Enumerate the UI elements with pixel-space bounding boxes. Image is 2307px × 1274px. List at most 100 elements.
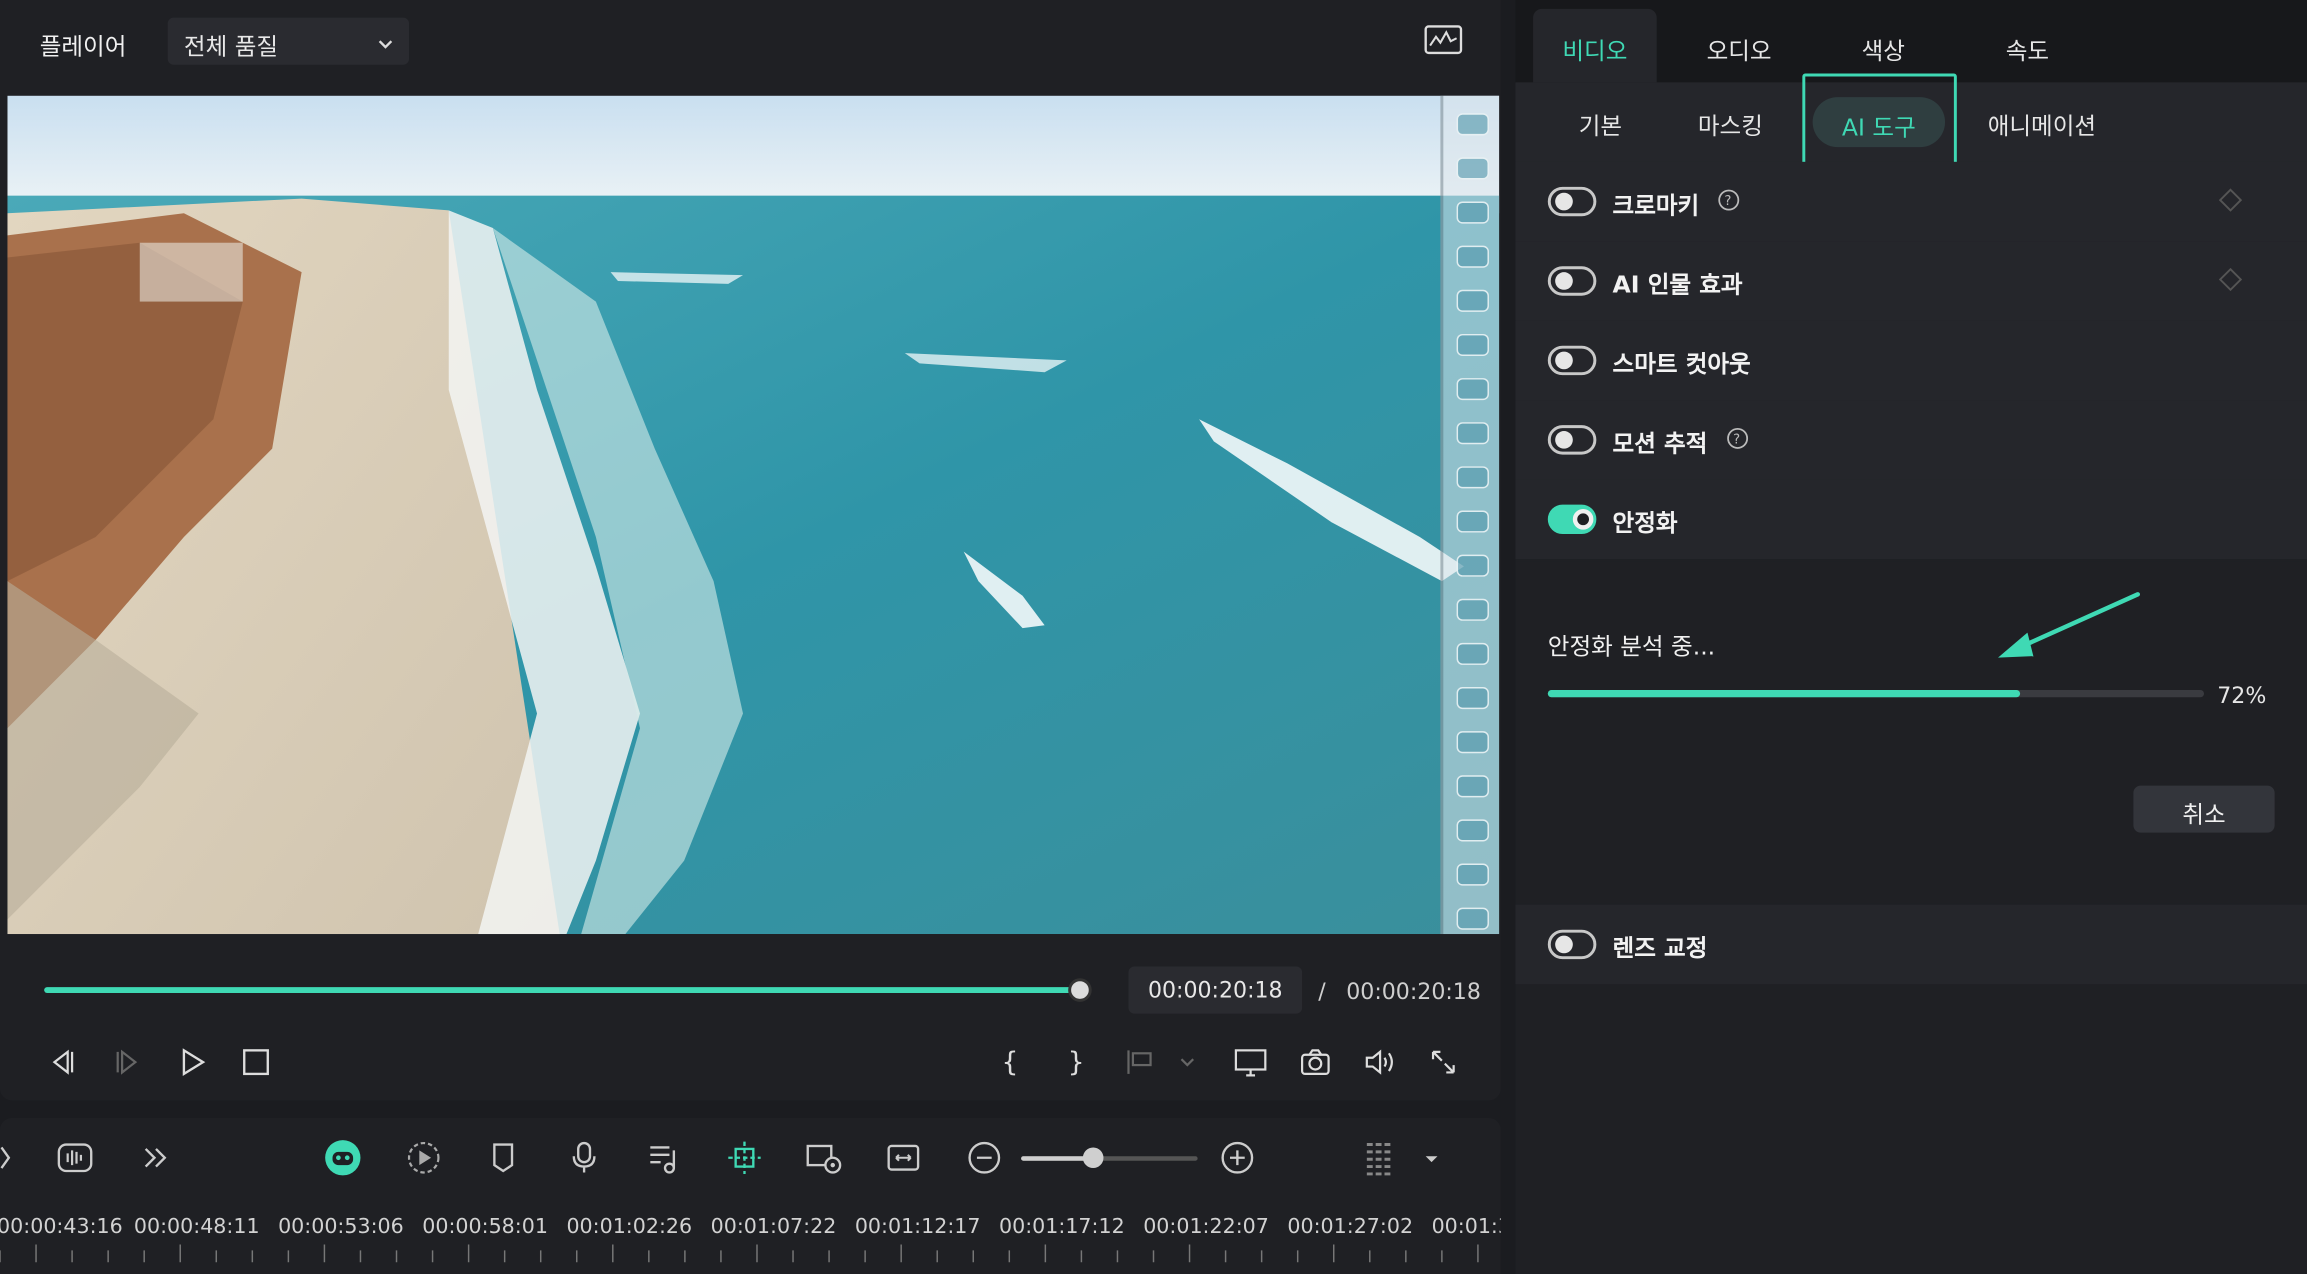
- ai-copilot-icon[interactable]: [324, 1139, 362, 1177]
- ai-portrait-toggle[interactable]: [1547, 266, 1597, 296]
- ruler-time-label: 00:01:3: [1431, 1215, 1501, 1239]
- mark-in-icon[interactable]: {: [993, 1044, 1028, 1079]
- ruler-time-label: 00:01:17:12: [999, 1215, 1125, 1239]
- waveform-monitor-icon[interactable]: [1424, 25, 1463, 63]
- cancel-button[interactable]: 취소: [2133, 785, 2275, 833]
- ruler-time-label: 00:00:58:01: [422, 1215, 548, 1239]
- zoom-in-icon[interactable]: [1218, 1139, 1256, 1177]
- stop-icon[interactable]: [238, 1044, 273, 1079]
- feature-row-ai-portrait: AI 인물 효과: [1515, 241, 2307, 321]
- more-tools-icon[interactable]: [137, 1139, 175, 1177]
- playback-scrubber-handle[interactable]: [1068, 978, 1092, 1002]
- help-icon[interactable]: ?: [1726, 427, 1750, 451]
- film-hole: [1456, 333, 1489, 357]
- preview-quality-icon[interactable]: [805, 1139, 843, 1177]
- chevron-down-icon: [377, 31, 395, 59]
- stabilization-toggle[interactable]: [1547, 504, 1597, 535]
- player-header: 플레이어 전체 품질: [0, 0, 1501, 85]
- stabilization-analysis-section: 안정화 분석 중... 72% 취소: [1515, 561, 2307, 904]
- svg-text:?: ?: [1724, 194, 1731, 209]
- timecode-separator: /: [1318, 978, 1326, 1005]
- ruler-time-label: 00:00:43:16: [0, 1215, 123, 1239]
- timeline-ruler[interactable]: [0, 1244, 1501, 1274]
- analysis-percent: 72%: [2217, 682, 2267, 710]
- volume-icon[interactable]: [1362, 1044, 1397, 1079]
- film-hole: [1456, 201, 1489, 224]
- film-hole: [1456, 422, 1489, 445]
- snapshot-camera-icon[interactable]: [1298, 1044, 1333, 1079]
- track-layout-icon[interactable]: [1361, 1139, 1399, 1177]
- feature-label: 스마트 컷아웃: [1612, 350, 1751, 379]
- keyframe-diamond-icon[interactable]: [2218, 188, 2243, 212]
- subtab-animation[interactable]: 애니메이션: [1988, 106, 2096, 141]
- ruler-time-label: 00:00:48:11: [133, 1215, 260, 1239]
- player-panel: 플레이어 전체 품질 00:00:20:18 / 00:00:20:18 {}: [0, 0, 1501, 1101]
- play-icon[interactable]: [175, 1044, 210, 1079]
- analysis-status-text: 안정화 분석 중...: [1547, 632, 1716, 661]
- smart-cutout-toggle[interactable]: [1547, 345, 1597, 376]
- quality-dropdown[interactable]: 전체 품질: [167, 17, 410, 65]
- help-icon[interactable]: ?: [1717, 188, 1741, 212]
- subtab-masking[interactable]: 마스킹: [1698, 106, 1763, 141]
- microphone-icon[interactable]: [565, 1139, 603, 1177]
- film-strip-overlay: [1440, 95, 1500, 935]
- ruler-time-label: 00:01:22:07: [1143, 1215, 1269, 1239]
- audio-waveform-icon[interactable]: [56, 1139, 94, 1177]
- feature-label: 렌즈 교정: [1612, 934, 1708, 963]
- film-hole: [1456, 289, 1489, 312]
- annotation-arrow-icon: [1998, 592, 2141, 658]
- feature-label: 모션 추적: [1612, 429, 1708, 458]
- zoom-slider-handle[interactable]: [1082, 1147, 1104, 1169]
- marker-icon[interactable]: [484, 1139, 522, 1177]
- previous-frame-icon[interactable]: [44, 1044, 79, 1079]
- caret-down-icon[interactable]: [1412, 1139, 1438, 1177]
- chroma-key-toggle[interactable]: [1547, 186, 1597, 217]
- film-hole: [1456, 907, 1489, 930]
- total-timecode: 00:00:20:18: [1346, 978, 1481, 1005]
- feature-row-chroma-key: 크로마키 ?: [1515, 161, 2307, 242]
- motion-tracking-toggle[interactable]: [1547, 425, 1597, 455]
- fit-timeline-icon[interactable]: [884, 1139, 922, 1177]
- feature-label: 크로마키: [1612, 191, 1700, 220]
- feature-row-lens-correction: 렌즈 교정: [1515, 904, 2307, 985]
- mark-out-icon[interactable]: }: [1059, 1044, 1094, 1079]
- film-hole: [1456, 245, 1489, 268]
- film-hole: [1456, 731, 1489, 754]
- next-frame-icon[interactable]: [110, 1044, 145, 1079]
- highlight-frame: [1802, 73, 1957, 168]
- ruler-time-label: 00:01:02:26: [566, 1215, 693, 1239]
- film-hole: [1456, 113, 1489, 136]
- tab-speed[interactable]: 속도: [1966, 9, 2090, 83]
- feature-row-motion-tracking: 모션 추적 ?: [1515, 400, 2307, 480]
- svg-text:{: {: [1002, 1047, 1018, 1078]
- ruler-time-label: 00:01:07:22: [710, 1215, 837, 1239]
- film-hole: [1456, 466, 1489, 489]
- film-hole: [1456, 378, 1489, 401]
- svg-text:?: ?: [1733, 433, 1740, 448]
- fullscreen-icon[interactable]: [1426, 1044, 1461, 1079]
- tab-audio[interactable]: 오디오: [1677, 9, 1801, 83]
- split-icon[interactable]: [0, 1139, 21, 1177]
- keyframe-diamond-icon[interactable]: [2218, 267, 2243, 292]
- film-hole: [1456, 687, 1489, 710]
- film-hole: [1456, 554, 1489, 577]
- zoom-out-icon[interactable]: [965, 1139, 1003, 1177]
- feature-label: 안정화: [1612, 509, 1678, 537]
- tab-color[interactable]: 색상: [1821, 9, 1945, 83]
- display-settings-icon[interactable]: [1233, 1044, 1268, 1079]
- snap-magnet-icon[interactable]: [725, 1139, 763, 1177]
- playback-progress-bar[interactable]: [44, 987, 1082, 993]
- chevron-down-icon[interactable]: [1170, 1044, 1199, 1079]
- render-preview-icon[interactable]: [405, 1139, 443, 1177]
- current-timecode[interactable]: 00:00:20:18: [1128, 966, 1303, 1014]
- feature-row-smart-cutout: 스마트 컷아웃: [1515, 320, 2307, 401]
- top-tab-bar: 비디오 오디오 색상 속도: [1515, 0, 2307, 83]
- audio-list-icon[interactable]: [646, 1139, 684, 1177]
- analysis-progress-fill: [1547, 689, 2021, 698]
- tab-video[interactable]: 비디오: [1533, 8, 1657, 83]
- lens-correction-toggle[interactable]: [1547, 929, 1597, 960]
- subtab-basic[interactable]: 기본: [1579, 106, 1622, 141]
- insert-clip-icon[interactable]: [1123, 1044, 1158, 1079]
- video-preview[interactable]: [7, 95, 1500, 935]
- film-hole: [1456, 598, 1489, 621]
